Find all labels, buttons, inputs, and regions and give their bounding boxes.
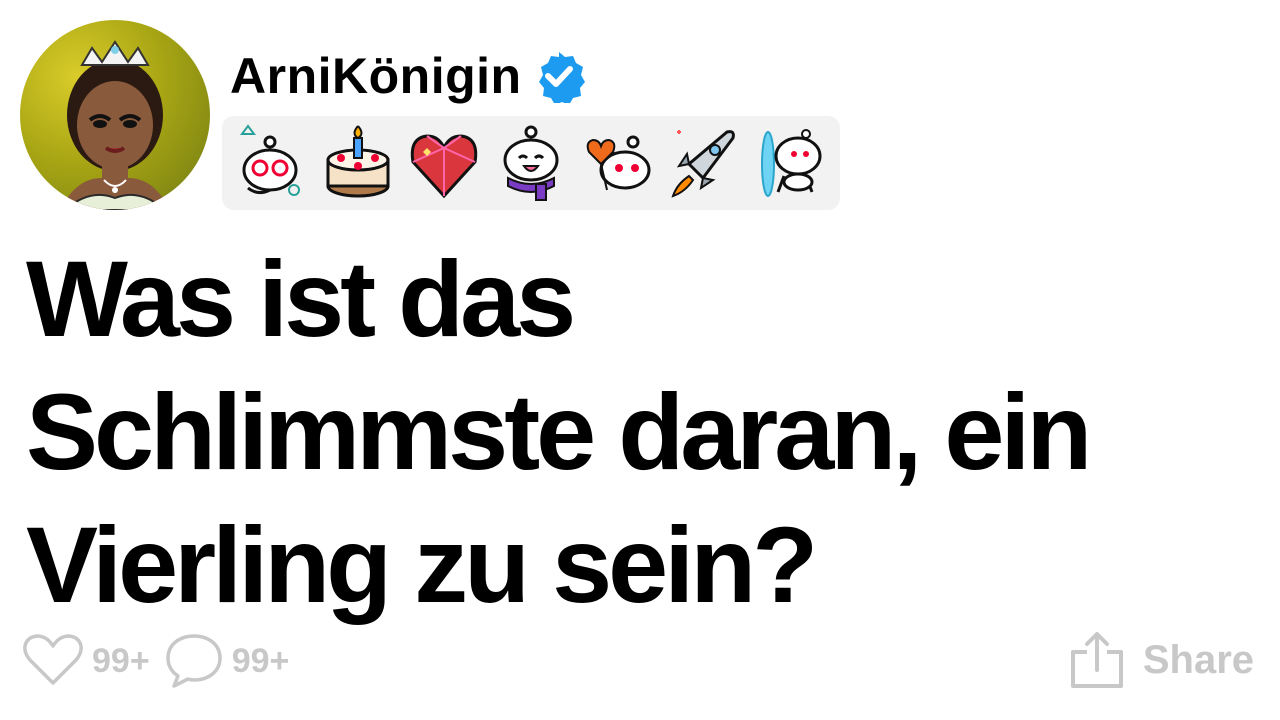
post-title-line: Vierling zu sein?: [26, 504, 818, 625]
snoo-3d-glasses-icon[interactable]: [234, 124, 308, 202]
heart-icon: [23, 634, 83, 685]
snoo-scarf-icon[interactable]: [494, 124, 568, 202]
author-row: ArniKönigin: [230, 46, 586, 106]
share-label: Share: [1142, 637, 1254, 682]
comment-bubble-icon: [165, 634, 222, 688]
birthday-cake-icon[interactable]: [321, 124, 395, 202]
snoo-portal-icon[interactable]: [754, 124, 828, 202]
share-button[interactable]: Share: [1069, 630, 1254, 690]
awards-bar: [222, 116, 840, 210]
ruby-heart-icon[interactable]: [407, 124, 481, 202]
post-title: Was ist das Schlimmste daran, ein Vierli…: [26, 232, 1266, 631]
post-actions: 99+ 99+: [22, 632, 303, 690]
like-count: 99+: [92, 641, 150, 680]
princess-avatar-icon: [60, 40, 170, 210]
post-title-line: Was ist das: [26, 238, 576, 359]
like-button[interactable]: 99+: [22, 633, 150, 689]
verified-badge-icon: [538, 52, 585, 103]
rocket-icon[interactable]: [667, 124, 741, 202]
snoo-heart-balloons-icon[interactable]: [581, 124, 655, 202]
comment-button[interactable]: 99+: [164, 632, 290, 690]
comment-count: 99+: [231, 641, 290, 680]
author-name[interactable]: ArniKönigin: [230, 51, 522, 101]
avatar[interactable]: [20, 20, 210, 210]
share-icon: [1070, 632, 1123, 688]
post-title-line: Schlimmste daran, ein: [26, 371, 1092, 492]
